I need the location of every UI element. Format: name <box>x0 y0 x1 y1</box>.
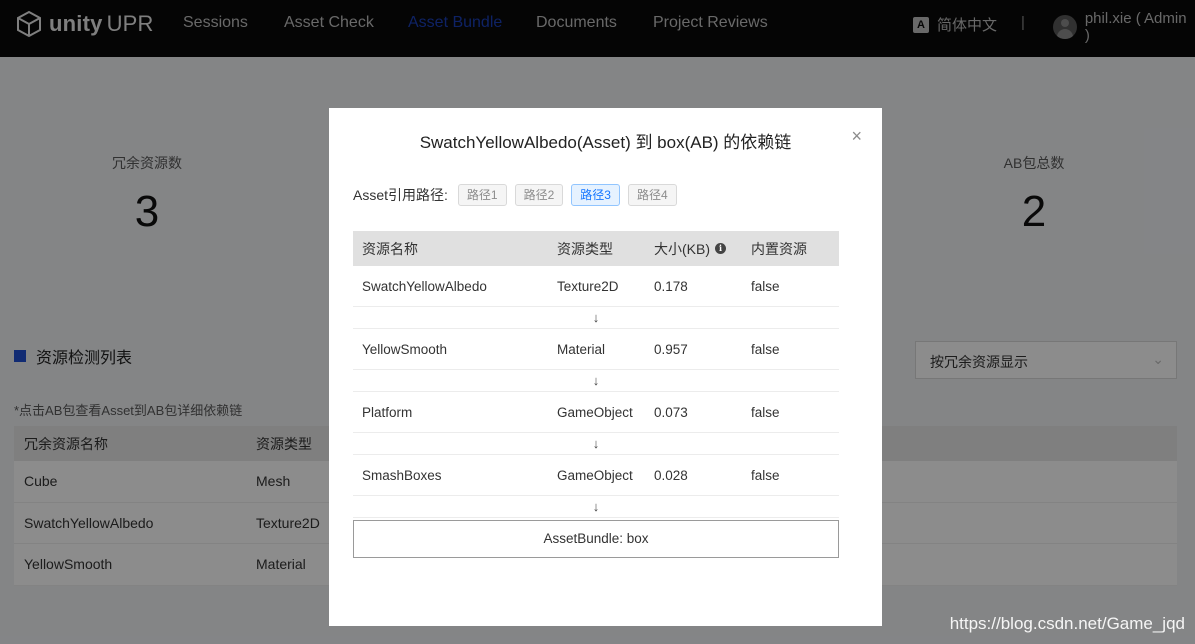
asset-name: YellowSmooth <box>362 341 448 357</box>
down-arrow-icon: ↓ <box>353 307 839 329</box>
asset-type: Texture2D <box>557 278 619 294</box>
dependency-chain-modal: SwatchYellowAlbedo(Asset) 到 box(AB) 的依赖链… <box>329 108 882 626</box>
path-tab-3[interactable]: 路径3 <box>571 184 620 206</box>
info-icon[interactable]: i <box>715 243 726 254</box>
column-header-size: 大小(KB) i <box>645 239 742 259</box>
path-label: Asset引用路径: <box>353 187 448 203</box>
asset-size: 0.178 <box>654 278 688 294</box>
asset-name: SmashBoxes <box>362 467 442 483</box>
watermark: https://blog.csdn.net/Game_jqd <box>949 614 1185 633</box>
asset-name: Platform <box>362 404 413 420</box>
asset-size: 0.957 <box>654 341 688 357</box>
asset-type: Material <box>557 341 606 357</box>
path-tab-1[interactable]: 路径1 <box>457 184 507 206</box>
table-row: SmashBoxes GameObject 0.028 false <box>353 455 839 496</box>
column-header: 大小(KB) <box>654 240 710 257</box>
asset-builtin: false <box>751 404 780 420</box>
modal-title: SwatchYellowAlbedo(Asset) 到 box(AB) 的依赖链 <box>419 133 792 152</box>
asset-size: 0.073 <box>654 404 688 420</box>
asset-type: GameObject <box>557 467 633 483</box>
path-tab-4[interactable]: 路径4 <box>627 184 677 206</box>
column-header: 内置资源 <box>751 240 807 257</box>
column-header: 资源类型 <box>557 240 613 257</box>
down-arrow-icon: ↓ <box>353 433 839 455</box>
table-row: YellowSmooth Material 0.957 false <box>353 329 839 370</box>
down-arrow-icon: ↓ <box>353 496 839 518</box>
table-header: 资源名称 资源类型 大小(KB) i 内置资源 <box>353 231 839 266</box>
asset-bundle-target: AssetBundle: box <box>353 520 839 558</box>
asset-builtin: false <box>751 278 780 294</box>
table-row: SwatchYellowAlbedo Texture2D 0.178 false <box>353 266 839 307</box>
asset-builtin: false <box>751 341 780 357</box>
asset-type: GameObject <box>557 404 633 420</box>
asset-size: 0.028 <box>654 467 688 483</box>
path-selector: Asset引用路径: 路径1 路径2 路径3 路径4 <box>353 184 677 206</box>
path-tab-2[interactable]: 路径2 <box>514 184 564 206</box>
table-row: Platform GameObject 0.073 false <box>353 392 839 433</box>
close-icon[interactable]: × <box>851 126 862 147</box>
dependency-table: 资源名称 资源类型 大小(KB) i 内置资源 SwatchYellowAlbe… <box>353 231 839 518</box>
asset-name: SwatchYellowAlbedo <box>362 278 487 294</box>
down-arrow-icon: ↓ <box>353 370 839 392</box>
asset-builtin: false <box>751 467 780 483</box>
column-header: 资源名称 <box>362 240 418 257</box>
